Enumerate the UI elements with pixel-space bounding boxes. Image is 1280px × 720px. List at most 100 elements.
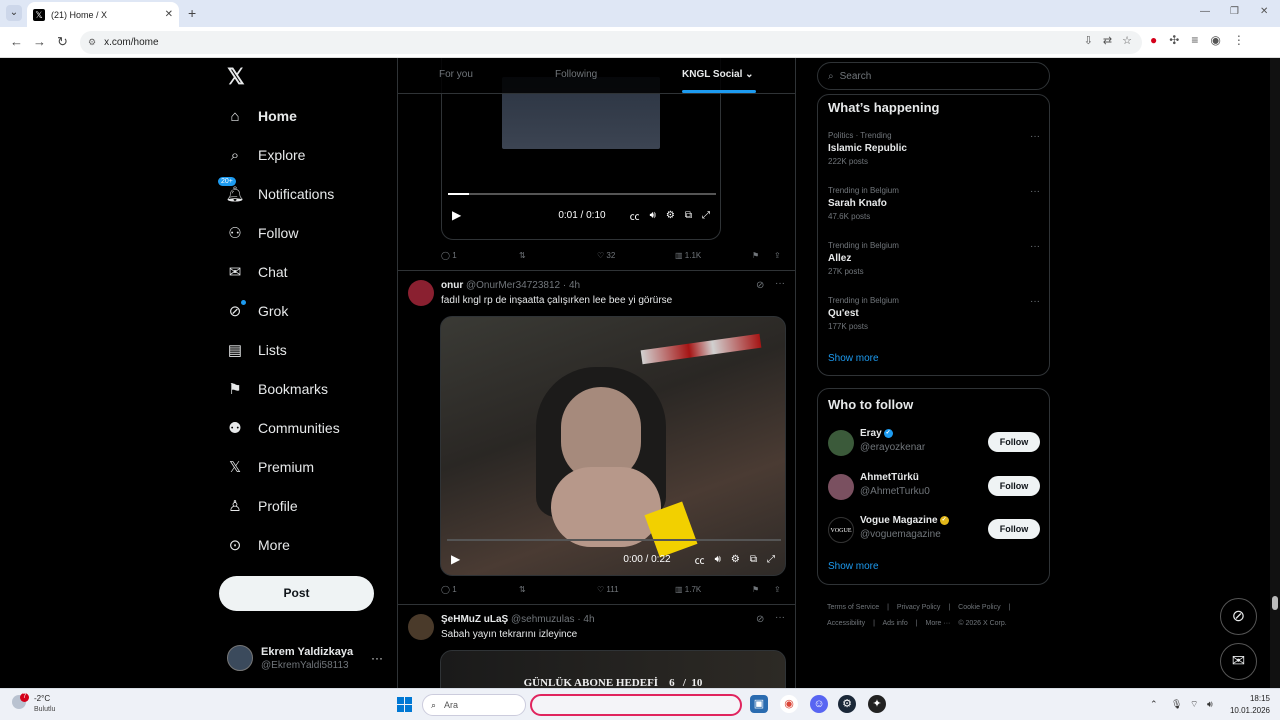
taskbar-widget-strip[interactable]: [530, 694, 742, 716]
views-button[interactable]: ▥ 1.1K: [675, 251, 701, 260]
avatar[interactable]: [408, 280, 434, 306]
share-icon[interactable]: ⇪: [774, 251, 781, 260]
account-switcher[interactable]: Ekrem Yaldizkaya @EkremYaldi58113 ···: [227, 643, 387, 673]
system-clock[interactable]: 18:15 10.01.2026: [1226, 693, 1270, 717]
terms-link[interactable]: Terms of Service: [827, 604, 879, 611]
back-icon[interactable]: ←: [10, 34, 23, 49]
tweet-author[interactable]: ŞeHMuZ uLaŞ @sehmuzulas · 4h: [441, 614, 595, 625]
steam-app-icon[interactable]: ⚙: [838, 695, 856, 713]
avatar[interactable]: [408, 614, 434, 640]
opera-extension-icon[interactable]: ●: [1150, 33, 1157, 47]
chrome-app-icon[interactable]: ◉: [780, 695, 798, 713]
video-progress[interactable]: [448, 193, 716, 195]
settings-icon[interactable]: ⚙: [666, 210, 675, 221]
tab-search-chevron-icon[interactable]: ⌄: [6, 5, 22, 21]
repost-icon[interactable]: ⇅: [519, 585, 526, 594]
reading-list-icon[interactable]: ≡: [1191, 33, 1198, 47]
nav-lists[interactable]: ▤ Lists: [226, 335, 287, 365]
trend-item[interactable]: Trending in Belgium Qu'est 177K posts ··…: [828, 296, 1040, 331]
show-more-link[interactable]: Show more: [828, 353, 879, 364]
nav-home[interactable]: ⌂ Home: [226, 101, 296, 131]
reload-icon[interactable]: ↻: [57, 34, 68, 50]
nav-bookmarks[interactable]: ⚑ Bookmarks: [226, 374, 328, 404]
x-logo-icon[interactable]: 𝕏: [227, 64, 245, 90]
reply-button[interactable]: ◯ 1: [441, 585, 457, 594]
follow-button[interactable]: Follow: [988, 476, 1040, 496]
discord-app-icon[interactable]: ☺: [810, 695, 828, 713]
follow-suggestion[interactable]: Eray ✓ @erayozkenar Follow: [828, 428, 1040, 458]
microphone-icon[interactable]: 🎙︎: [1171, 699, 1182, 710]
reply-button[interactable]: ◯ 1: [441, 251, 457, 260]
bookmark-star-icon[interactable]: ☆: [1122, 34, 1132, 47]
nav-premium[interactable]: 𝕏 Premium: [226, 452, 314, 482]
follow-button[interactable]: Follow: [988, 432, 1040, 452]
nav-chat[interactable]: ✉ Chat: [226, 257, 288, 287]
tray-chevron-icon[interactable]: ⌃: [1150, 699, 1158, 710]
settings-icon[interactable]: ⚙: [731, 554, 740, 565]
game-app-icon[interactable]: ✦: [868, 695, 886, 713]
new-tab-button[interactable]: +: [188, 5, 196, 21]
nav-grok[interactable]: ⊘ Grok: [226, 296, 288, 326]
grok-icon[interactable]: ⊘: [756, 614, 764, 625]
start-button-icon[interactable]: [397, 697, 412, 712]
taskbar-search[interactable]: ⌕ Ara: [422, 694, 526, 716]
trend-more-icon[interactable]: ···: [1030, 296, 1040, 307]
captions-icon[interactable]: ㏄: [630, 208, 640, 223]
tweet-video-2[interactable]: ▶ 0:00 / 0:22 ㏄ 🔊︎ ⚙ ⧉ ⤢: [440, 316, 786, 576]
bookmark-icon[interactable]: ⚑: [752, 585, 759, 594]
vogue-logo-icon[interactable]: VOGUE: [828, 517, 854, 543]
fullscreen-icon[interactable]: ⤢: [702, 210, 710, 221]
like-button[interactable]: ♡ 32: [597, 251, 615, 260]
nav-communities[interactable]: ⚉ Communities: [226, 413, 339, 443]
views-button[interactable]: ▥ 1.7K: [675, 585, 701, 594]
privacy-link[interactable]: Privacy Policy: [897, 604, 941, 611]
grok-icon[interactable]: ⊘: [756, 280, 764, 291]
account-more-icon[interactable]: ···: [371, 651, 383, 665]
avatar[interactable]: [828, 474, 854, 500]
tab-for-you[interactable]: For you: [439, 58, 473, 94]
video-progress[interactable]: [447, 539, 781, 541]
site-info-icon[interactable]: ⚙: [88, 37, 96, 48]
cookie-link[interactable]: Cookie Policy: [958, 604, 1000, 611]
avatar[interactable]: [828, 430, 854, 456]
captions-icon[interactable]: ㏄: [695, 552, 705, 567]
tweet-author[interactable]: onur @OnurMer34723812 · 4h: [441, 280, 580, 291]
follow-suggestion[interactable]: VOGUE Vogue Magazine ✓ @voguemagazine Fol…: [828, 515, 1040, 545]
volume-icon[interactable]: 🔊︎: [715, 554, 721, 565]
trend-more-icon[interactable]: ···: [1030, 241, 1040, 252]
nav-profile[interactable]: ♙ Profile: [226, 491, 297, 521]
nav-explore[interactable]: ⌕ Explore: [226, 140, 306, 170]
play-icon[interactable]: ▶: [451, 552, 460, 566]
like-button[interactable]: ♡ 111: [597, 585, 619, 594]
play-icon[interactable]: ▶: [452, 208, 461, 222]
bookmark-icon[interactable]: ⚑: [752, 251, 759, 260]
nav-notifications[interactable]: 🔔︎ 20+ Notifications: [218, 177, 334, 209]
window-close-icon[interactable]: ✕: [1260, 6, 1268, 17]
pip-icon[interactable]: ⧉: [750, 554, 757, 565]
trend-item[interactable]: Trending in Belgium Sarah Knafo 47.6K po…: [828, 186, 1040, 221]
footer-more-link[interactable]: More ···: [926, 620, 951, 627]
scrollbar-thumb[interactable]: [1272, 596, 1278, 610]
tab-following[interactable]: Following: [555, 58, 597, 94]
store-app-icon[interactable]: ▣: [750, 695, 768, 713]
repost-icon[interactable]: ⇅: [519, 251, 526, 260]
search-box[interactable]: ⌕: [817, 62, 1050, 90]
browser-tab[interactable]: 𝕏 (21) Home / X ✕: [27, 2, 179, 27]
tweet-more-icon[interactable]: ···: [775, 612, 785, 623]
network-icon[interactable]: ⌔: [1190, 699, 1198, 710]
trend-more-icon[interactable]: ···: [1030, 131, 1040, 142]
nav-more[interactable]: ⊙ More: [226, 530, 290, 560]
browser-menu-icon[interactable]: ⋮: [1233, 33, 1245, 47]
extensions-puzzle-icon[interactable]: ✣: [1169, 33, 1179, 47]
speaker-icon[interactable]: 🔊︎: [1207, 699, 1213, 710]
messages-fab-icon[interactable]: ✉: [1220, 643, 1257, 680]
trend-item[interactable]: Politics · Trending Islamic Republic 222…: [828, 131, 1040, 166]
install-app-icon[interactable]: ⇩: [1084, 34, 1093, 47]
minimize-icon[interactable]: —: [1200, 6, 1210, 17]
follow-suggestion[interactable]: AhmetTürkü @AhmetTurku0 Follow: [828, 472, 1040, 502]
translate-icon[interactable]: ⇄: [1103, 34, 1112, 47]
share-icon[interactable]: ⇪: [774, 585, 781, 594]
tab-close-icon[interactable]: ✕: [165, 9, 173, 20]
grok-fab-icon[interactable]: ⊘: [1220, 598, 1257, 635]
trend-item[interactable]: Trending in Belgium Allez 27K posts ···: [828, 241, 1040, 276]
